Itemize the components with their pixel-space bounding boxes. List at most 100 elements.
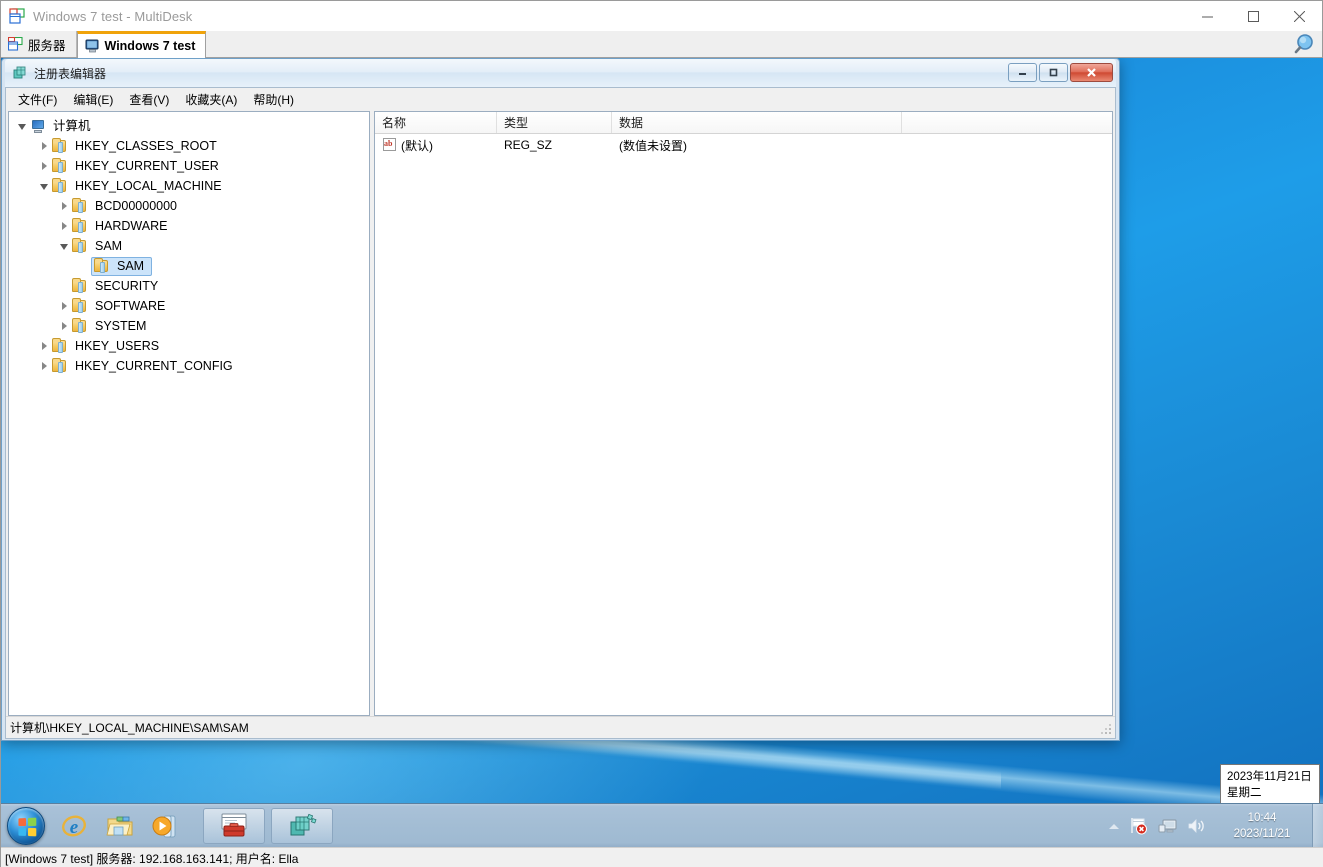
chevron-right-icon[interactable] <box>37 156 51 176</box>
tree-item-computer[interactable]: 计算机 <box>15 116 369 136</box>
magnifier-icon[interactable] <box>1292 33 1318 57</box>
app-title: Windows 7 test - MultiDesk <box>33 8 193 24</box>
network-icon[interactable] <box>1158 817 1178 835</box>
regedit-icon <box>12 65 28 81</box>
menu-view[interactable]: 查看(V) <box>121 89 177 110</box>
taskbar: e 10:44 2023/11/21 <box>1 803 1323 848</box>
folder-icon <box>51 178 68 194</box>
taskbar-button-regedit[interactable] <box>271 807 333 844</box>
tree-item-hkey-users-label: HKEY_USERS <box>75 339 160 353</box>
tree-item-hardware[interactable]: HARDWARE <box>15 216 369 236</box>
tree-line-spacer <box>57 276 71 296</box>
table-row[interactable]: ab (默认) REG_SZ (数值未设置) <box>375 134 1112 156</box>
tree-item-system[interactable]: SYSTEM <box>15 316 369 336</box>
tree-item-hardware-label: HARDWARE <box>95 219 168 233</box>
chevron-right-icon[interactable] <box>37 356 51 376</box>
column-header-type[interactable]: 类型 <box>497 112 612 133</box>
tree-item-security[interactable]: SECURITY <box>15 276 369 296</box>
remote-desktop[interactable]: Ella 计算机 <box>1 58 1323 803</box>
monitor-icon <box>85 39 100 53</box>
close-button[interactable] <box>1276 1 1322 31</box>
tree-item-sam[interactable]: SAM <box>15 236 369 256</box>
clock-date: 2023/11/21 <box>1233 828 1291 840</box>
regedit-titlebar[interactable]: 注册表编辑器 <box>5 59 1116 87</box>
maximize-button[interactable] <box>1230 1 1276 31</box>
tree-item-sam-child-label: SAM <box>117 259 145 273</box>
multidesk-icon <box>9 7 26 25</box>
folder-icon <box>51 358 68 374</box>
chevron-right-icon[interactable] <box>57 216 71 236</box>
regedit-menubar: 文件(F) 编辑(E) 查看(V) 收藏夹(A) 帮助(H) <box>6 88 1115 110</box>
column-header-data[interactable]: 数据 <box>612 112 902 133</box>
action-center-flag-icon[interactable] <box>1129 817 1149 835</box>
clock-tooltip: 2023年11月21日 星期二 <box>1220 764 1320 803</box>
tree-item-computer-label: 计算机 <box>53 119 91 133</box>
regedit-minimize-button[interactable] <box>1008 63 1037 82</box>
regedit-close-button[interactable] <box>1070 63 1113 82</box>
tooltip-date: 2023年11月21日 <box>1227 771 1312 783</box>
chevron-right-icon[interactable] <box>57 296 71 316</box>
tree-item-hkey-local-machine[interactable]: HKEY_LOCAL_MACHINE <box>15 176 369 196</box>
chevron-down-icon[interactable] <box>37 176 51 196</box>
taskbar-clock[interactable]: 10:44 2023/11/21 <box>1216 810 1308 842</box>
regedit-maximize-button[interactable] <box>1039 63 1068 82</box>
explorer-folder-icon[interactable] <box>105 811 135 841</box>
media-player-icon[interactable] <box>151 811 181 841</box>
registry-tree-pane[interactable]: 计算机 HKEY_CLASSES_ROOT HKEY_CURRENT_USER … <box>8 111 370 716</box>
values-rows: ab (默认) REG_SZ (数值未设置) <box>375 134 1112 715</box>
menu-favorites[interactable]: 收藏夹(A) <box>177 89 245 110</box>
chevron-right-icon[interactable] <box>57 196 71 216</box>
tree-item-hkey-current-config[interactable]: HKEY_CURRENT_CONFIG <box>15 356 369 376</box>
regedit-window: 注册表编辑器 文件(F) 编辑(E) 查看(V) 收藏夹(A) 帮助(H) 计算… <box>1 58 1120 741</box>
tree-item-hkey-local-machine-label: HKEY_LOCAL_MACHINE <box>75 179 222 193</box>
tree-item-hkey-current-user-label: HKEY_CURRENT_USER <box>75 159 219 173</box>
tree-item-security-label: SECURITY <box>95 279 159 293</box>
tree-item-sam-child[interactable]: SAM <box>15 256 369 276</box>
folder-icon <box>51 158 68 174</box>
value-name-text: (默认) <box>401 138 433 153</box>
registry-path-text: 计算机\HKEY_LOCAL_MACHINE\SAM\SAM <box>10 721 249 735</box>
tab-strip: 服务器 Windows 7 test <box>1 31 1322 58</box>
quick-launch: e <box>59 811 181 841</box>
tab-servers-label: 服务器 <box>28 38 66 53</box>
tree-item-hkey-users[interactable]: HKEY_USERS <box>15 336 369 356</box>
menu-help[interactable]: 帮助(H) <box>245 89 302 110</box>
chevron-down-icon[interactable] <box>15 116 29 136</box>
chevron-right-icon[interactable] <box>37 336 51 356</box>
taskbar-button-toolbox[interactable] <box>203 807 265 844</box>
menu-edit[interactable]: 编辑(E) <box>65 89 121 110</box>
folder-icon <box>71 218 88 234</box>
computer-icon <box>29 118 46 134</box>
folder-icon <box>93 258 110 274</box>
chevron-down-icon[interactable] <box>57 236 71 256</box>
volume-icon[interactable] <box>1187 817 1207 835</box>
tree-item-bcd00000000[interactable]: BCD00000000 <box>15 196 369 216</box>
folder-icon <box>51 138 68 154</box>
tree-item-software[interactable]: SOFTWARE <box>15 296 369 316</box>
folder-icon <box>71 318 88 334</box>
column-header-name[interactable]: 名称 <box>375 112 497 133</box>
menu-file[interactable]: 文件(F) <box>10 89 65 110</box>
tab-windows-7-test[interactable]: Windows 7 test <box>76 31 207 58</box>
chevron-right-icon[interactable] <box>57 316 71 336</box>
folder-icon <box>71 298 88 314</box>
windows-logo-icon <box>18 817 37 836</box>
system-tray: 10:44 2023/11/21 <box>1099 804 1323 848</box>
tree-item-hkey-classes-root[interactable]: HKEY_CLASSES_ROOT <box>15 136 369 156</box>
registry-values-pane[interactable]: 名称 类型 数据 ab (默认) REG_SZ (数值未设置) <box>374 111 1113 716</box>
chevron-right-icon[interactable] <box>37 136 51 156</box>
tree-item-system-label: SYSTEM <box>95 319 147 333</box>
show-hidden-icons-icon[interactable] <box>1109 823 1119 829</box>
start-orb[interactable] <box>7 806 45 845</box>
folder-icon <box>71 198 88 214</box>
tree-item-hkey-classes-root-label: HKEY_CLASSES_ROOT <box>75 139 217 153</box>
taskbar-running-windows <box>203 807 333 844</box>
internet-explorer-icon[interactable]: e <box>59 811 89 841</box>
show-desktop-button[interactable] <box>1312 804 1323 848</box>
tree-item-sam-child-selection: SAM <box>91 256 153 276</box>
resize-grip[interactable] <box>1099 722 1113 736</box>
tab-servers[interactable]: 服务器 <box>1 31 77 57</box>
minimize-button[interactable] <box>1184 1 1230 31</box>
servers-icon <box>7 36 23 51</box>
tree-item-hkey-current-user[interactable]: HKEY_CURRENT_USER <box>15 156 369 176</box>
